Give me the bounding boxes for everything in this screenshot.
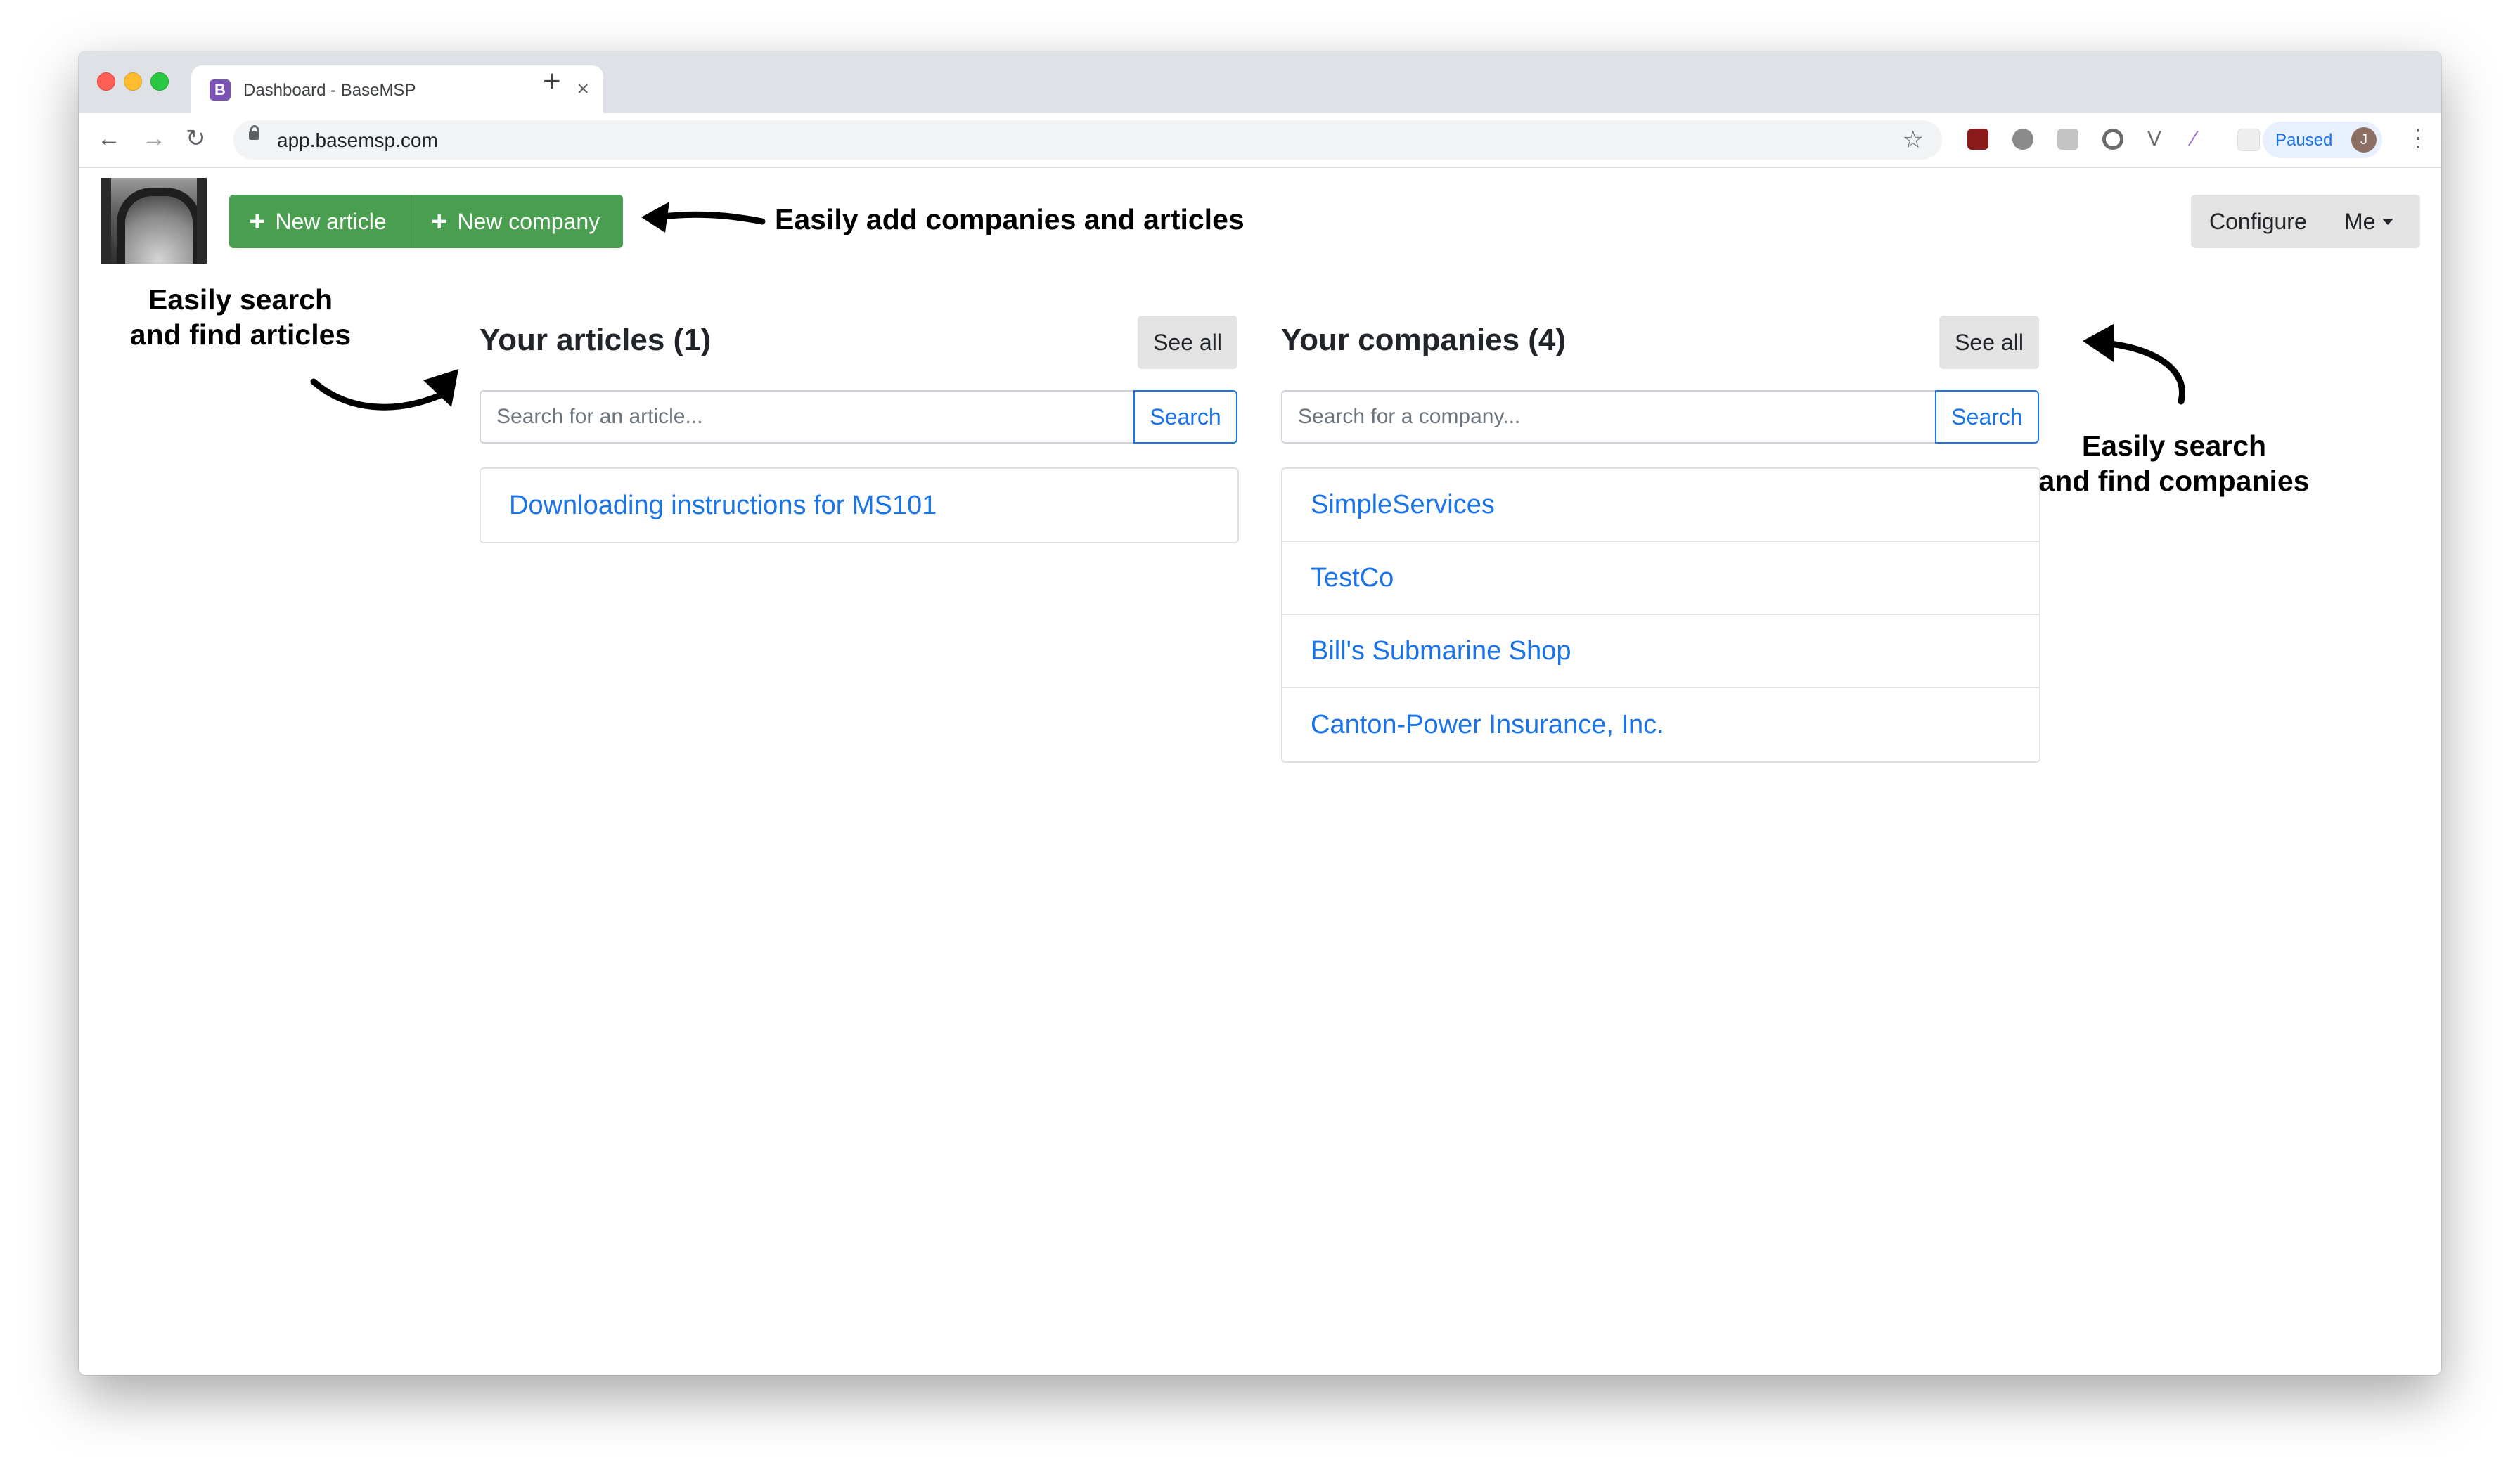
avatar: J xyxy=(2351,127,2377,153)
browser-toolbar: ← → ↻ app.basemsp.com ☆ V ∕ Paused J ⋮ xyxy=(79,113,2441,168)
me-dropdown[interactable]: Me xyxy=(2344,209,2375,235)
vimium-icon[interactable]: V xyxy=(2147,129,2168,150)
bookmark-star-icon[interactable]: ☆ xyxy=(1903,126,1924,154)
companies-title: Your companies (4) xyxy=(1281,323,1567,357)
articles-title: Your articles (1) xyxy=(480,323,712,357)
list-item[interactable]: TestCo xyxy=(1282,542,2039,615)
url-text: app.basemsp.com xyxy=(277,129,438,151)
extension-icon[interactable] xyxy=(2237,129,2260,151)
lock-icon xyxy=(249,125,259,140)
annotation-line: Easily search xyxy=(2081,430,2267,462)
extension-icon[interactable] xyxy=(2012,129,2033,150)
browser-tab[interactable]: B Dashboard - BaseMSP × xyxy=(191,65,603,113)
minimize-window-button[interactable] xyxy=(124,72,142,91)
configure-button[interactable]: Configure xyxy=(2209,209,2307,235)
forward-arrow-icon[interactable]: → xyxy=(142,123,166,154)
annotation-line: and find companies xyxy=(2038,465,2310,497)
logo[interactable] xyxy=(101,178,207,264)
tab-bar: B Dashboard - BaseMSP × + xyxy=(79,51,2441,113)
new-article-button[interactable]: + New article xyxy=(229,195,411,248)
extension-icon[interactable] xyxy=(2057,129,2078,150)
new-tab-icon[interactable]: + xyxy=(543,64,561,99)
new-article-label: New article xyxy=(275,208,387,234)
curved-arrow-icon xyxy=(310,369,458,411)
profile-button[interactable]: Paused J xyxy=(2263,122,2382,158)
annotation-search-articles: Easily search and find articles xyxy=(121,282,360,352)
logo-pillar xyxy=(101,178,111,264)
logo-arch xyxy=(117,188,201,264)
company-search-input[interactable] xyxy=(1281,390,1936,444)
browser-window: B Dashboard - BaseMSP × + ← → ↻ app.base… xyxy=(79,51,2441,1375)
list-item[interactable]: Downloading instructions for MS101 xyxy=(481,469,1238,542)
close-window-button[interactable] xyxy=(97,72,115,91)
extension-icon[interactable] xyxy=(2102,129,2123,150)
plus-icon: + xyxy=(431,206,448,237)
plus-icon: + xyxy=(249,206,266,237)
new-company-button[interactable]: + New company xyxy=(411,195,623,248)
annotation-add: Easily add companies and articles xyxy=(775,203,1245,235)
article-search-button[interactable]: Search xyxy=(1133,390,1238,444)
menu-kebab-icon[interactable]: ⋮ xyxy=(2406,126,2430,151)
logo-pillar xyxy=(197,178,207,264)
articles-list: Downloading instructions for MS101 xyxy=(480,467,1239,543)
basemsp-favicon-icon: B xyxy=(210,79,231,101)
see-all-companies-button[interactable]: See all xyxy=(1939,316,2039,369)
pen-icon[interactable]: ∕ xyxy=(2192,129,2213,150)
curved-arrow-icon xyxy=(2083,324,2185,405)
address-bar[interactable]: app.basemsp.com ☆ xyxy=(233,120,1942,160)
arrow-icon xyxy=(641,202,766,233)
ublock-extension-icon[interactable] xyxy=(1967,129,1988,150)
annotation-search-companies: Easily search and find companies xyxy=(2026,428,2322,498)
article-search-input[interactable] xyxy=(480,390,1135,444)
see-all-articles-button[interactable]: See all xyxy=(1138,316,1238,369)
back-arrow-icon[interactable]: ← xyxy=(97,123,121,154)
company-search-button[interactable]: Search xyxy=(1935,390,2039,444)
annotation-line: Easily search xyxy=(148,283,333,316)
annotation-line: and find articles xyxy=(129,318,352,351)
list-item[interactable]: Bill's Submarine Shop xyxy=(1282,615,2039,688)
list-item[interactable]: SimpleServices xyxy=(1282,469,2039,542)
configure-me-button-group: Configure Me xyxy=(2191,195,2420,248)
reload-icon[interactable]: ↻ xyxy=(186,123,206,154)
tab-title: Dashboard - BaseMSP xyxy=(243,81,416,100)
tab-close-icon[interactable]: × xyxy=(577,77,589,102)
new-company-label: New company xyxy=(457,208,600,234)
profile-status: Paused xyxy=(2275,131,2333,150)
companies-list: SimpleServices TestCo Bill's Submarine S… xyxy=(1281,467,2040,763)
page-content: + New article + New company Easily add c… xyxy=(79,168,2441,1375)
chevron-down-icon xyxy=(2382,219,2393,225)
list-item[interactable]: Canton-Power Insurance, Inc. xyxy=(1282,688,2039,761)
maximize-window-button[interactable] xyxy=(150,72,169,91)
create-button-group: + New article + New company xyxy=(229,195,623,248)
